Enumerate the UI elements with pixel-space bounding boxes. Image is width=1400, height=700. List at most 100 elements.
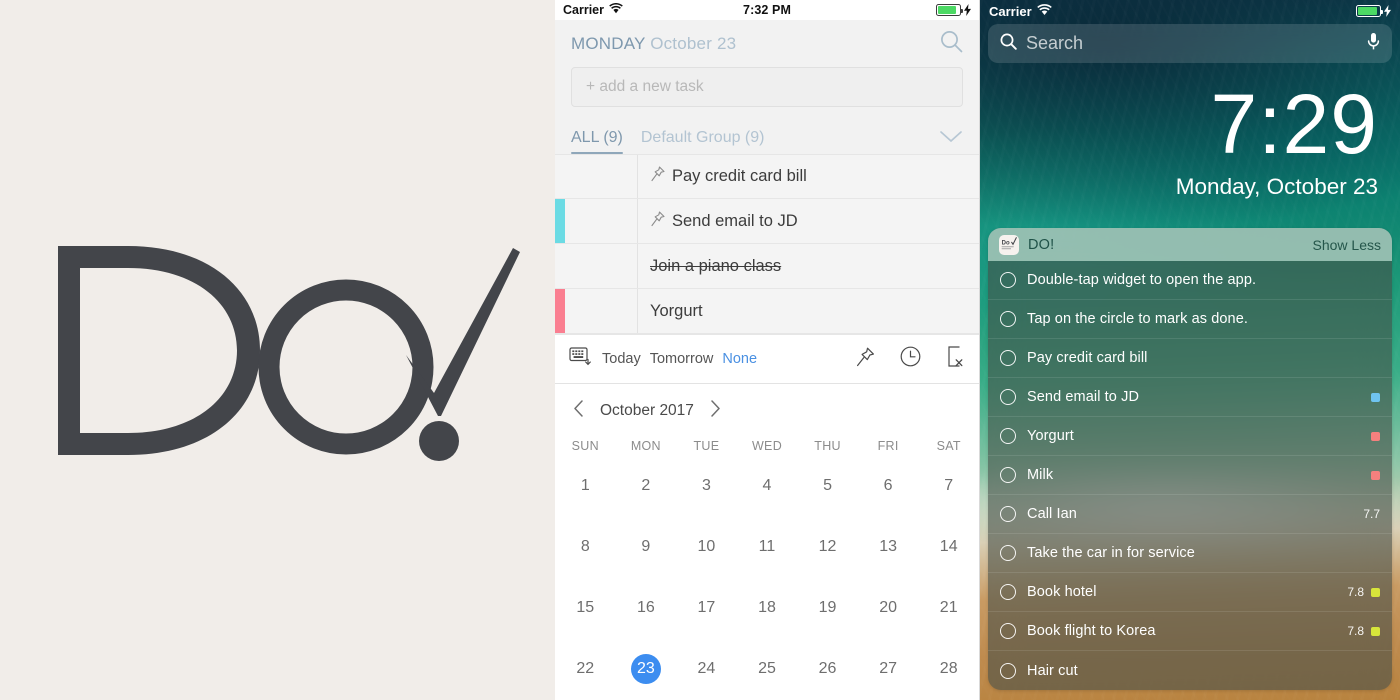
calendar-day-today[interactable]: 23 xyxy=(616,638,677,699)
calendar-day[interactable]: 17 xyxy=(676,577,737,638)
calendar-day[interactable]: 6 xyxy=(858,455,919,516)
search-icon[interactable] xyxy=(940,30,963,58)
task-number: 7.8 xyxy=(1347,624,1364,638)
widget-task-title: Hair cut xyxy=(1027,662,1078,679)
calendar-day[interactable]: 1 xyxy=(555,455,616,516)
widget-task-title: Pay credit card bill xyxy=(1027,350,1148,366)
calendar-day[interactable]: 28 xyxy=(918,638,979,699)
pin-icon xyxy=(650,210,665,232)
calendar-day[interactable]: 20 xyxy=(858,577,919,638)
calendar-day[interactable]: 4 xyxy=(737,455,798,516)
calendar-day[interactable]: 10 xyxy=(676,516,737,577)
chevron-right-icon[interactable] xyxy=(710,400,721,421)
widget-task-title: Double-tap widget to open the app. xyxy=(1027,272,1257,288)
delete-note-icon[interactable] xyxy=(946,346,965,372)
task-checkbox[interactable] xyxy=(1000,311,1016,327)
calendar-weekday: TUE xyxy=(693,439,720,453)
calendar-day[interactable]: 3 xyxy=(676,455,737,516)
calendar-day[interactable]: 27 xyxy=(858,638,919,699)
widget-header: Do DO! Show Less xyxy=(988,228,1392,261)
task-action-bar: Today Tomorrow None xyxy=(555,334,979,384)
calendar-weekday: FRI xyxy=(877,439,899,453)
calendar-day[interactable]: 14 xyxy=(918,516,979,577)
task-checkbox[interactable] xyxy=(1000,623,1016,639)
microphone-icon[interactable] xyxy=(1367,32,1380,56)
task-title: Pay credit card bill xyxy=(672,167,807,185)
calendar-day[interactable]: 12 xyxy=(797,516,858,577)
task-color-square xyxy=(1371,392,1380,402)
pin-icon[interactable] xyxy=(856,347,875,372)
calendar-day[interactable]: 26 xyxy=(797,638,858,699)
quick-date-tomorrow[interactable]: Tomorrow xyxy=(650,351,714,367)
table-row[interactable]: Yorgurt xyxy=(555,289,979,334)
calendar-day[interactable]: 25 xyxy=(737,638,798,699)
add-task-placeholder: + add a new task xyxy=(586,78,704,95)
wifi-icon xyxy=(1036,3,1052,19)
calendar-weekday: THU xyxy=(814,439,841,453)
list-item[interactable]: Send email to JD xyxy=(988,378,1392,417)
chevron-down-icon[interactable] xyxy=(939,130,963,154)
tab-default-group[interactable]: Default Group (9) xyxy=(641,129,765,154)
list-item[interactable]: Hair cut xyxy=(988,651,1392,690)
clock-date: Monday, October 23 xyxy=(1175,173,1378,199)
tab-all[interactable]: ALL (9) xyxy=(571,129,623,154)
task-checkbox[interactable] xyxy=(1000,389,1016,405)
calendar-day[interactable]: 9 xyxy=(616,516,677,577)
clock-icon[interactable] xyxy=(900,346,921,372)
calendar-day[interactable]: 18 xyxy=(737,577,798,638)
list-item[interactable]: Take the car in for service xyxy=(988,534,1392,573)
keyboard-dismiss-icon[interactable] xyxy=(569,347,591,371)
task-checkbox[interactable] xyxy=(1000,467,1016,483)
task-checkbox[interactable] xyxy=(1000,350,1016,366)
task-checkbox[interactable] xyxy=(1000,545,1016,561)
task-checkbox[interactable] xyxy=(1000,272,1016,288)
task-checkbox[interactable] xyxy=(1000,428,1016,444)
list-item[interactable]: Milk xyxy=(988,456,1392,495)
show-less-button[interactable]: Show Less xyxy=(1313,237,1381,253)
calendar-day[interactable]: 22 xyxy=(555,638,616,699)
task-color-square xyxy=(1371,470,1380,480)
list-item[interactable]: Book flight to Korea 7.8 xyxy=(988,612,1392,651)
widget-task-title: Take the car in for service xyxy=(1027,545,1195,561)
calendar-weekday: MON xyxy=(630,439,661,453)
clock-time: 7:29 xyxy=(1210,77,1378,171)
add-task-input[interactable]: + add a new task xyxy=(571,67,963,107)
calendar-day[interactable]: 21 xyxy=(918,577,979,638)
chevron-left-icon[interactable] xyxy=(573,400,584,421)
task-checkbox[interactable] xyxy=(1000,506,1016,522)
search-input[interactable]: Search xyxy=(988,24,1392,63)
table-row[interactable]: Pay credit card bill xyxy=(555,154,979,199)
task-checkbox[interactable] xyxy=(1000,584,1016,600)
calendar-day[interactable]: 24 xyxy=(676,638,737,699)
task-list: Pay credit card bill Send email to JD Jo… xyxy=(555,154,979,334)
list-item[interactable]: Tap on the circle to mark as done. xyxy=(988,300,1392,339)
list-item[interactable]: Yorgurt xyxy=(988,417,1392,456)
calendar-days-grid: 1 2 3 4 5 6 7 8 9 10 11 12 13 14 15 16 1… xyxy=(555,455,979,699)
search-placeholder: Search xyxy=(1026,33,1084,53)
list-item[interactable]: Book hotel 7.8 xyxy=(988,573,1392,612)
app-header: MONDAY October 23 + add a new task ALL (… xyxy=(555,20,979,154)
row-date-column xyxy=(565,244,638,288)
calendar-day[interactable]: 16 xyxy=(616,577,677,638)
quick-date-today[interactable]: Today xyxy=(602,351,641,367)
list-item[interactable]: Pay credit card bill xyxy=(988,339,1392,378)
task-checkbox[interactable] xyxy=(1000,662,1016,679)
list-item[interactable]: Double-tap widget to open the app. xyxy=(988,261,1392,300)
calendar-weekday: SAT xyxy=(936,439,961,453)
quick-date-none[interactable]: None xyxy=(722,351,757,367)
list-item[interactable]: Call Ian 7.7 xyxy=(988,495,1392,534)
calendar-day[interactable]: 15 xyxy=(555,577,616,638)
table-row[interactable]: Join a piano class xyxy=(555,244,979,289)
calendar-day[interactable]: 19 xyxy=(797,577,858,638)
carrier-label: Carrier xyxy=(989,3,1032,19)
battery-icon xyxy=(1356,5,1383,17)
calendar-day[interactable]: 8 xyxy=(555,516,616,577)
calendar-day[interactable]: 7 xyxy=(918,455,979,516)
table-row[interactable]: Send email to JD xyxy=(555,199,979,244)
calendar-day[interactable]: 11 xyxy=(737,516,798,577)
calendar-day[interactable]: 5 xyxy=(797,455,858,516)
task-title: Send email to JD xyxy=(672,211,798,230)
row-date-column xyxy=(565,289,638,333)
calendar-day[interactable]: 13 xyxy=(858,516,919,577)
calendar-day[interactable]: 2 xyxy=(616,455,677,516)
